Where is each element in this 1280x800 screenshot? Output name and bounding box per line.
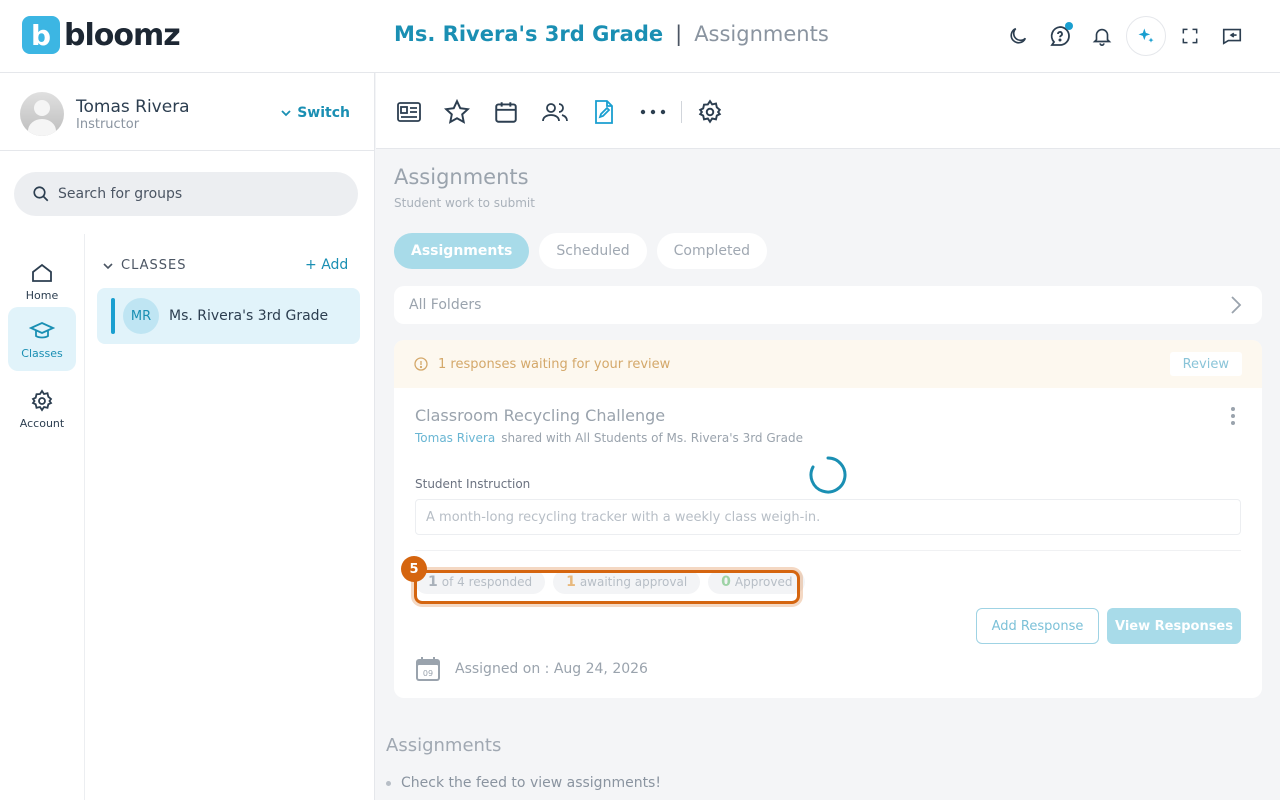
search-icon: [33, 186, 49, 202]
tab-assignments[interactable]: Assignments: [394, 233, 530, 269]
tab-completed[interactable]: Completed: [656, 233, 767, 269]
assigned-info: 09 Assigned on : Aug 24, 2026: [415, 656, 648, 682]
nav-classes-label: Classes: [21, 346, 63, 360]
nav-home-label: Home: [25, 288, 59, 302]
header-separator: |: [675, 22, 683, 46]
nav-account[interactable]: Account: [8, 377, 76, 441]
stats-highlight: [414, 570, 800, 604]
top-header: b bloomz Ms. Rivera's 3rd Grade | Assign…: [0, 0, 1280, 73]
switch-button[interactable]: Switch: [281, 105, 350, 121]
left-nav: Home Classes Account: [0, 234, 85, 800]
logo-text: bloomz: [64, 17, 181, 53]
home-icon: [32, 263, 52, 282]
header-group-name[interactable]: Ms. Rivera's 3rd Grade: [394, 22, 663, 46]
notification-dot: [1065, 22, 1073, 30]
people-icon[interactable]: [540, 97, 570, 127]
kebab-menu-icon[interactable]: [1230, 406, 1236, 430]
profile-name: Tomas Rivera: [76, 96, 190, 117]
star-icon[interactable]: [442, 97, 472, 127]
avatar[interactable]: [20, 92, 64, 136]
bullet: [386, 780, 391, 786]
chevron-right-icon: [1231, 296, 1242, 314]
nav-account-label: Account: [19, 416, 65, 430]
class-item[interactable]: MR Ms. Rivera's 3rd Grade: [97, 288, 360, 344]
add-response-button[interactable]: Add Response: [976, 608, 1099, 644]
group-toolbar: [376, 73, 1280, 149]
chevron-down-icon: [281, 110, 291, 117]
profile-section: Tomas Rivera Instructor Switch: [20, 91, 360, 137]
classes-header[interactable]: CLASSES: [103, 258, 186, 273]
plus-icon: +: [305, 257, 322, 273]
notice-text: 1 responses waiting for your review: [438, 356, 671, 372]
assignment-title[interactable]: Classroom Recycling Challenge: [415, 406, 665, 425]
divider: [415, 550, 1241, 551]
step-badge: 5: [401, 556, 427, 582]
instruction-label: Student Instruction: [415, 477, 531, 491]
page-title: Assignments: [394, 165, 529, 189]
bell-icon[interactable]: [1084, 18, 1120, 54]
toolbar-divider: [681, 101, 682, 123]
class-avatar: MR: [123, 298, 159, 334]
moon-icon[interactable]: [1000, 18, 1036, 54]
info-icon: [414, 357, 428, 371]
folders-selector[interactable]: All Folders: [394, 286, 1262, 324]
add-class-button[interactable]: + Add: [305, 257, 348, 273]
assignment-meta: Tomas Rivera shared with All Students of …: [415, 431, 803, 445]
left-panel: Tomas Rivera Instructor Switch Search fo…: [0, 73, 375, 800]
section-list-item: Check the feed to view assignments!: [386, 775, 661, 791]
instruction-text: A month-long recycling tracker with a we…: [415, 499, 1241, 535]
bloomz-logo[interactable]: b bloomz: [22, 16, 181, 54]
shared-with: shared with All Students of Ms. Rivera's…: [501, 431, 803, 445]
review-notice: 1 responses waiting for your review Revi…: [394, 340, 1262, 388]
assignment-author[interactable]: Tomas Rivera: [415, 431, 495, 445]
section-title: Assignments: [386, 735, 502, 756]
settings-icon[interactable]: [695, 97, 725, 127]
divider: [0, 150, 375, 151]
calendar-icon: 09: [416, 657, 440, 681]
view-responses-button[interactable]: View Responses: [1107, 608, 1241, 644]
nav-classes[interactable]: Classes: [8, 307, 76, 371]
chevron-down-icon: [103, 262, 113, 269]
folders-label: All Folders: [409, 297, 482, 313]
header-page-name: Assignments: [694, 22, 829, 46]
section-item-text: Check the feed to view assignments!: [401, 775, 661, 791]
assignment-tabs: Assignments Scheduled Completed: [394, 233, 767, 269]
ai-sparkle-icon[interactable]: [1126, 16, 1166, 56]
help-chat-icon[interactable]: [1042, 18, 1078, 54]
classes-header-label: CLASSES: [121, 258, 187, 273]
assignment-card: 1 responses waiting for your review Revi…: [394, 340, 1262, 698]
id-card-icon[interactable]: [394, 97, 424, 127]
more-icon[interactable]: [638, 97, 668, 127]
search-placeholder: Search for groups: [58, 186, 183, 202]
class-name: Ms. Rivera's 3rd Grade: [169, 308, 329, 324]
graduation-cap-icon: [29, 321, 55, 338]
nav-home[interactable]: Home: [8, 249, 76, 313]
assigned-date: Assigned on : Aug 24, 2026: [455, 661, 648, 677]
active-indicator: [111, 298, 115, 334]
assignment-icon[interactable]: [589, 97, 619, 127]
switch-label: Switch: [297, 105, 350, 121]
header-actions: [1000, 16, 1250, 56]
search-input[interactable]: Search for groups: [14, 172, 358, 216]
page-subtitle: Student work to submit: [394, 196, 535, 210]
logo-mark: b: [22, 16, 60, 54]
gear-icon: [31, 388, 53, 412]
review-button[interactable]: Review: [1169, 352, 1242, 376]
fullscreen-icon[interactable]: [1172, 18, 1208, 54]
collapse-panel-icon[interactable]: [1214, 18, 1250, 54]
add-class-label: Add: [321, 257, 349, 273]
profile-role: Instructor: [76, 116, 140, 132]
loading-spinner-icon: [809, 456, 847, 494]
calendar-day: 09: [423, 669, 433, 678]
header-title: Ms. Rivera's 3rd Grade | Assignments: [394, 22, 829, 46]
tab-scheduled[interactable]: Scheduled: [539, 233, 647, 269]
calendar-icon[interactable]: [491, 97, 521, 127]
